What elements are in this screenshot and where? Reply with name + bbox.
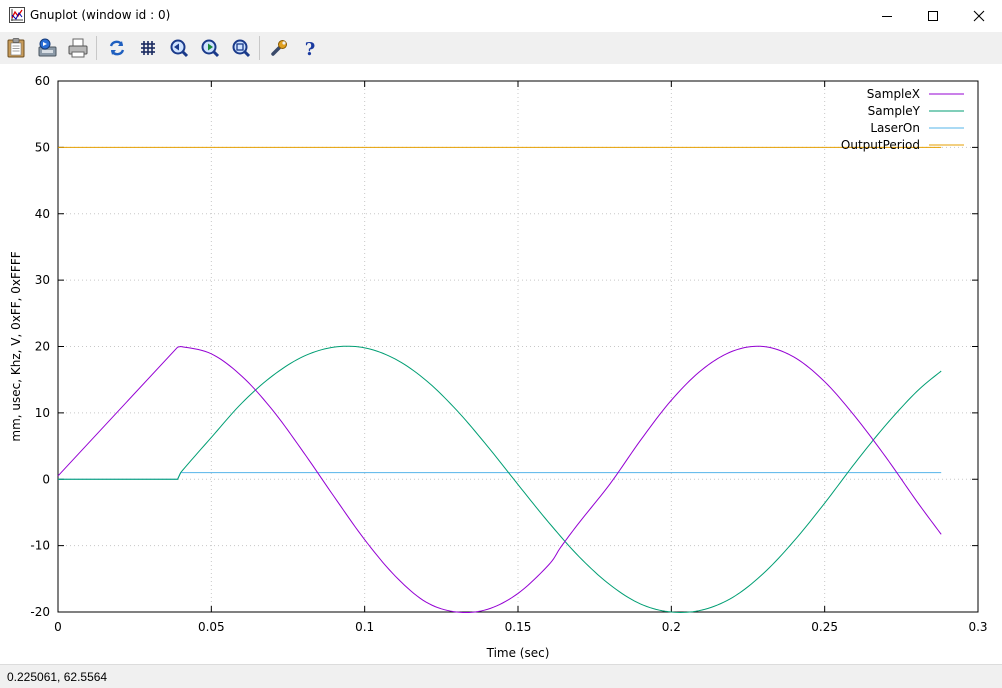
grid: [58, 81, 978, 612]
gnuplot-app-icon: [9, 7, 25, 23]
mouse-coordinates: 0.225061, 62.5564: [7, 670, 108, 684]
wrench-icon: [271, 40, 287, 56]
axis-ticks: 0 0.05 0.1 0.15 0.2 0.25 0.3 -20 -10 0 10 20 30 40 50 6…: [30, 74, 987, 634]
print-button[interactable]: [65, 35, 91, 61]
zoom-forward-icon: [201, 39, 220, 58]
zoom-back-button[interactable]: [166, 35, 192, 61]
y-tick-label: -10: [30, 539, 50, 553]
x-axis-label: Time (sec): [486, 646, 550, 660]
zoom-forward-button[interactable]: [197, 35, 223, 61]
export-icon: [38, 38, 57, 57]
toggle-grid-button[interactable]: [135, 35, 161, 61]
title-bar: Gnuplot (window id : 0): [0, 0, 1002, 32]
maximize-button[interactable]: [910, 0, 956, 32]
legend-label-sampley: SampleY: [868, 104, 921, 118]
svg-text:?: ?: [305, 39, 316, 58]
y-axis-label: mm, usec, Khz, V, 0xFF, 0xFFFF: [9, 251, 23, 441]
refresh-icon: [109, 40, 125, 56]
x-tick-label: 0.3: [968, 620, 987, 634]
legend-label-samplex: SampleX: [867, 87, 920, 101]
y-tick-label: -20: [30, 605, 50, 619]
y-tick-label: 30: [35, 273, 50, 287]
plot-area[interactable]: 0 0.05 0.1 0.15 0.2 0.25 0.3 -20 -10 0 10 20 30 40 50 6…: [0, 64, 1002, 664]
toolbar-separator: [96, 36, 97, 60]
x-tick-label: 0.1: [355, 620, 374, 634]
y-tick-label: 60: [35, 74, 50, 88]
y-tick-label: 40: [35, 207, 50, 221]
help-icon: ?: [305, 39, 316, 58]
x-tick-label: 0: [54, 620, 62, 634]
series-line-laseron: [58, 472, 942, 480]
series-lines: [57, 146, 942, 614]
close-icon: [973, 10, 985, 22]
options-button[interactable]: [266, 35, 292, 61]
x-tick-label: 0.15: [505, 620, 532, 634]
clipboard-icon: [7, 38, 25, 58]
maximize-icon: [928, 11, 938, 21]
close-button[interactable]: [956, 0, 1002, 32]
toolbar: ?: [0, 32, 1002, 64]
replot-button[interactable]: [104, 35, 130, 61]
grid-icon: [141, 41, 155, 55]
legend: SampleX SampleY LaserOn OutputPeriod: [841, 87, 964, 152]
printer-icon: [68, 38, 88, 58]
x-tick-label: 0.05: [198, 620, 225, 634]
export-button[interactable]: [34, 35, 60, 61]
x-tick-label: 0.25: [811, 620, 838, 634]
x-tick-label: 0.2: [662, 620, 681, 634]
y-tick-label: 0: [42, 472, 50, 486]
window-title: Gnuplot (window id : 0): [30, 8, 171, 22]
copy-clipboard-button[interactable]: [3, 35, 29, 61]
zoom-fit-icon: [232, 39, 251, 58]
status-bar: 0.225061, 62.5564: [0, 664, 1002, 688]
y-tick-label: 10: [35, 406, 50, 420]
y-tick-label: 20: [35, 340, 50, 354]
zoom-back-icon: [170, 39, 189, 58]
minimize-icon: [882, 16, 892, 17]
plot-svg[interactable]: 0 0.05 0.1 0.15 0.2 0.25 0.3 -20 -10 0 10 20 30 40 50 6…: [0, 64, 1002, 664]
autoscale-button[interactable]: [228, 35, 254, 61]
toolbar-separator: [259, 36, 260, 60]
help-button[interactable]: ?: [297, 35, 323, 61]
legend-label-outputperiod: OutputPeriod: [841, 138, 920, 152]
minimize-button[interactable]: [864, 0, 910, 32]
legend-label-laseron: LaserOn: [870, 121, 920, 135]
y-tick-label: 50: [35, 140, 50, 154]
